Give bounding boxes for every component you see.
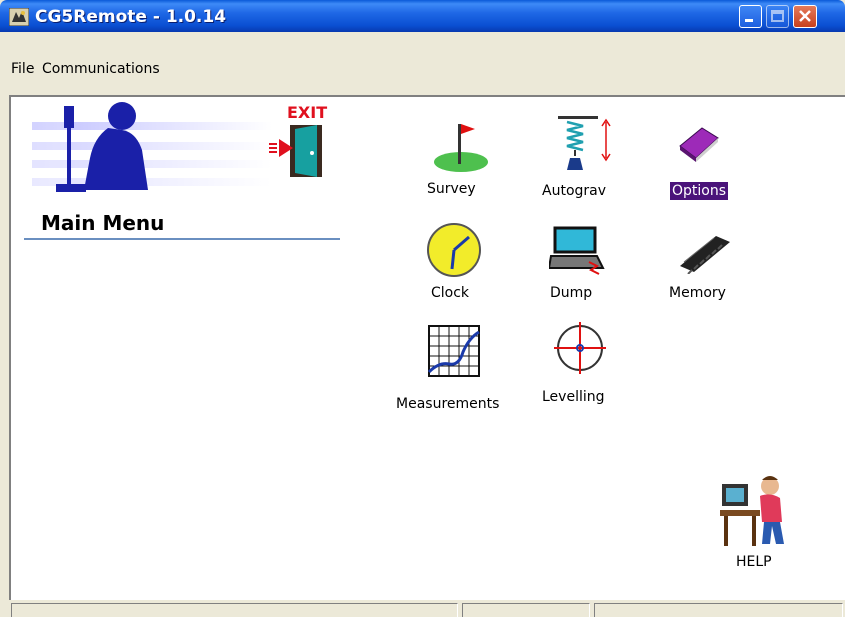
maximize-icon	[771, 10, 784, 22]
status-panel-2	[462, 603, 590, 617]
app-window: CG5Remote - 1.0.14 File Communications E…	[0, 0, 845, 617]
status-panel-1	[11, 603, 458, 617]
main-menu-title: Main Menu	[41, 211, 165, 235]
operator-banner-icon	[24, 98, 272, 202]
window-frame	[0, 59, 9, 617]
person-at-computer-icon[interactable]	[718, 470, 796, 548]
status-panel-3	[594, 603, 843, 617]
close-icon	[799, 10, 811, 22]
exit-label: EXIT	[287, 103, 328, 122]
clock-label[interactable]: Clock	[431, 285, 469, 301]
title-bar[interactable]: CG5Remote - 1.0.14	[0, 0, 845, 32]
options-label[interactable]: Options	[670, 182, 729, 200]
graph-icon[interactable]	[425, 324, 483, 378]
dump-label[interactable]: Dump	[550, 285, 592, 301]
menu-communications[interactable]: Communications	[42, 61, 160, 77]
clock-icon[interactable]	[425, 221, 483, 279]
levelling-label[interactable]: Levelling	[542, 389, 605, 405]
window-title: CG5Remote - 1.0.14	[35, 7, 227, 27]
measurements-label[interactable]: Measurements	[396, 396, 499, 412]
maximize-button[interactable]	[766, 5, 789, 28]
menu-bar	[0, 32, 845, 59]
help-label[interactable]: HELP	[736, 554, 772, 570]
book-icon[interactable]	[678, 124, 720, 162]
laptop-icon[interactable]	[549, 226, 607, 278]
minimize-icon	[745, 19, 753, 22]
app-icon	[9, 8, 29, 26]
flag-on-hill-icon[interactable]	[433, 120, 489, 174]
minimize-button[interactable]	[739, 5, 762, 28]
memory-label[interactable]: Memory	[669, 285, 726, 301]
memory-chip-icon[interactable]	[678, 232, 732, 274]
spring-weight-icon[interactable]	[553, 114, 615, 174]
survey-label[interactable]: Survey	[427, 181, 476, 197]
autograv-label[interactable]: Autograv	[542, 183, 606, 199]
exit-door-icon[interactable]	[265, 123, 327, 181]
crosshair-icon[interactable]	[553, 321, 607, 375]
close-button[interactable]	[793, 5, 817, 28]
main-menu-divider	[24, 238, 340, 240]
menu-file[interactable]: File	[11, 61, 34, 77]
